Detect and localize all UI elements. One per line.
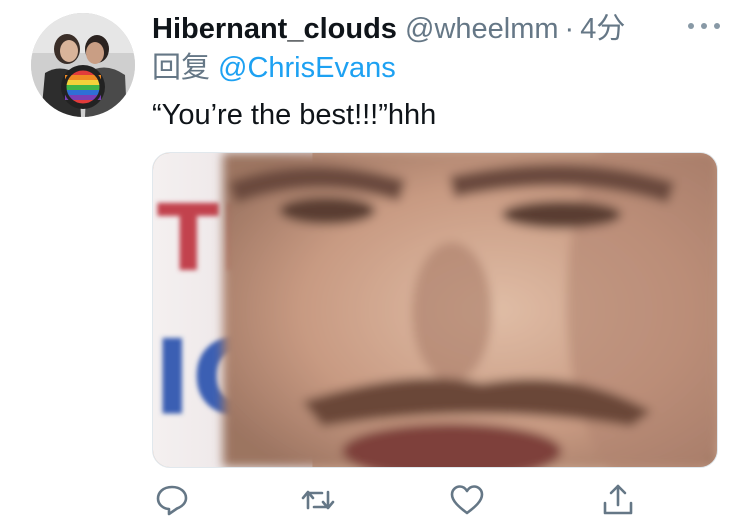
more-options-icon[interactable] [686, 16, 722, 36]
retweet-button[interactable] [300, 482, 336, 518]
heart-icon [450, 485, 484, 515]
reply-prefix: 回复 [152, 52, 211, 84]
timestamp[interactable]: 4分 [580, 13, 625, 45]
separator-dot: · [564, 13, 575, 45]
user-handle[interactable]: @wheelmm [405, 13, 559, 45]
tweet-actions [152, 482, 718, 518]
share-button[interactable] [600, 482, 636, 518]
reply-button[interactable] [154, 482, 190, 518]
retweet-icon [301, 490, 335, 510]
reply-icon [156, 485, 188, 516]
share-icon [603, 484, 633, 515]
reply-context: 回复 @ChrisEvans [152, 50, 396, 86]
display-name[interactable]: Hibernant_clouds [152, 13, 397, 45]
avatar-photo [31, 13, 135, 117]
avatar[interactable] [31, 13, 135, 117]
like-button[interactable] [449, 482, 485, 518]
tweet-text: “You’re the best!!!”hhh [152, 99, 437, 131]
reply-mention-link[interactable]: @ChrisEvans [218, 52, 396, 84]
tweet-media-image[interactable]: TIM ICE [152, 152, 718, 468]
tweet-header: Hibernant_clouds @wheelmm · 4分 [152, 10, 712, 48]
media-photo: TIM ICE [153, 153, 717, 467]
